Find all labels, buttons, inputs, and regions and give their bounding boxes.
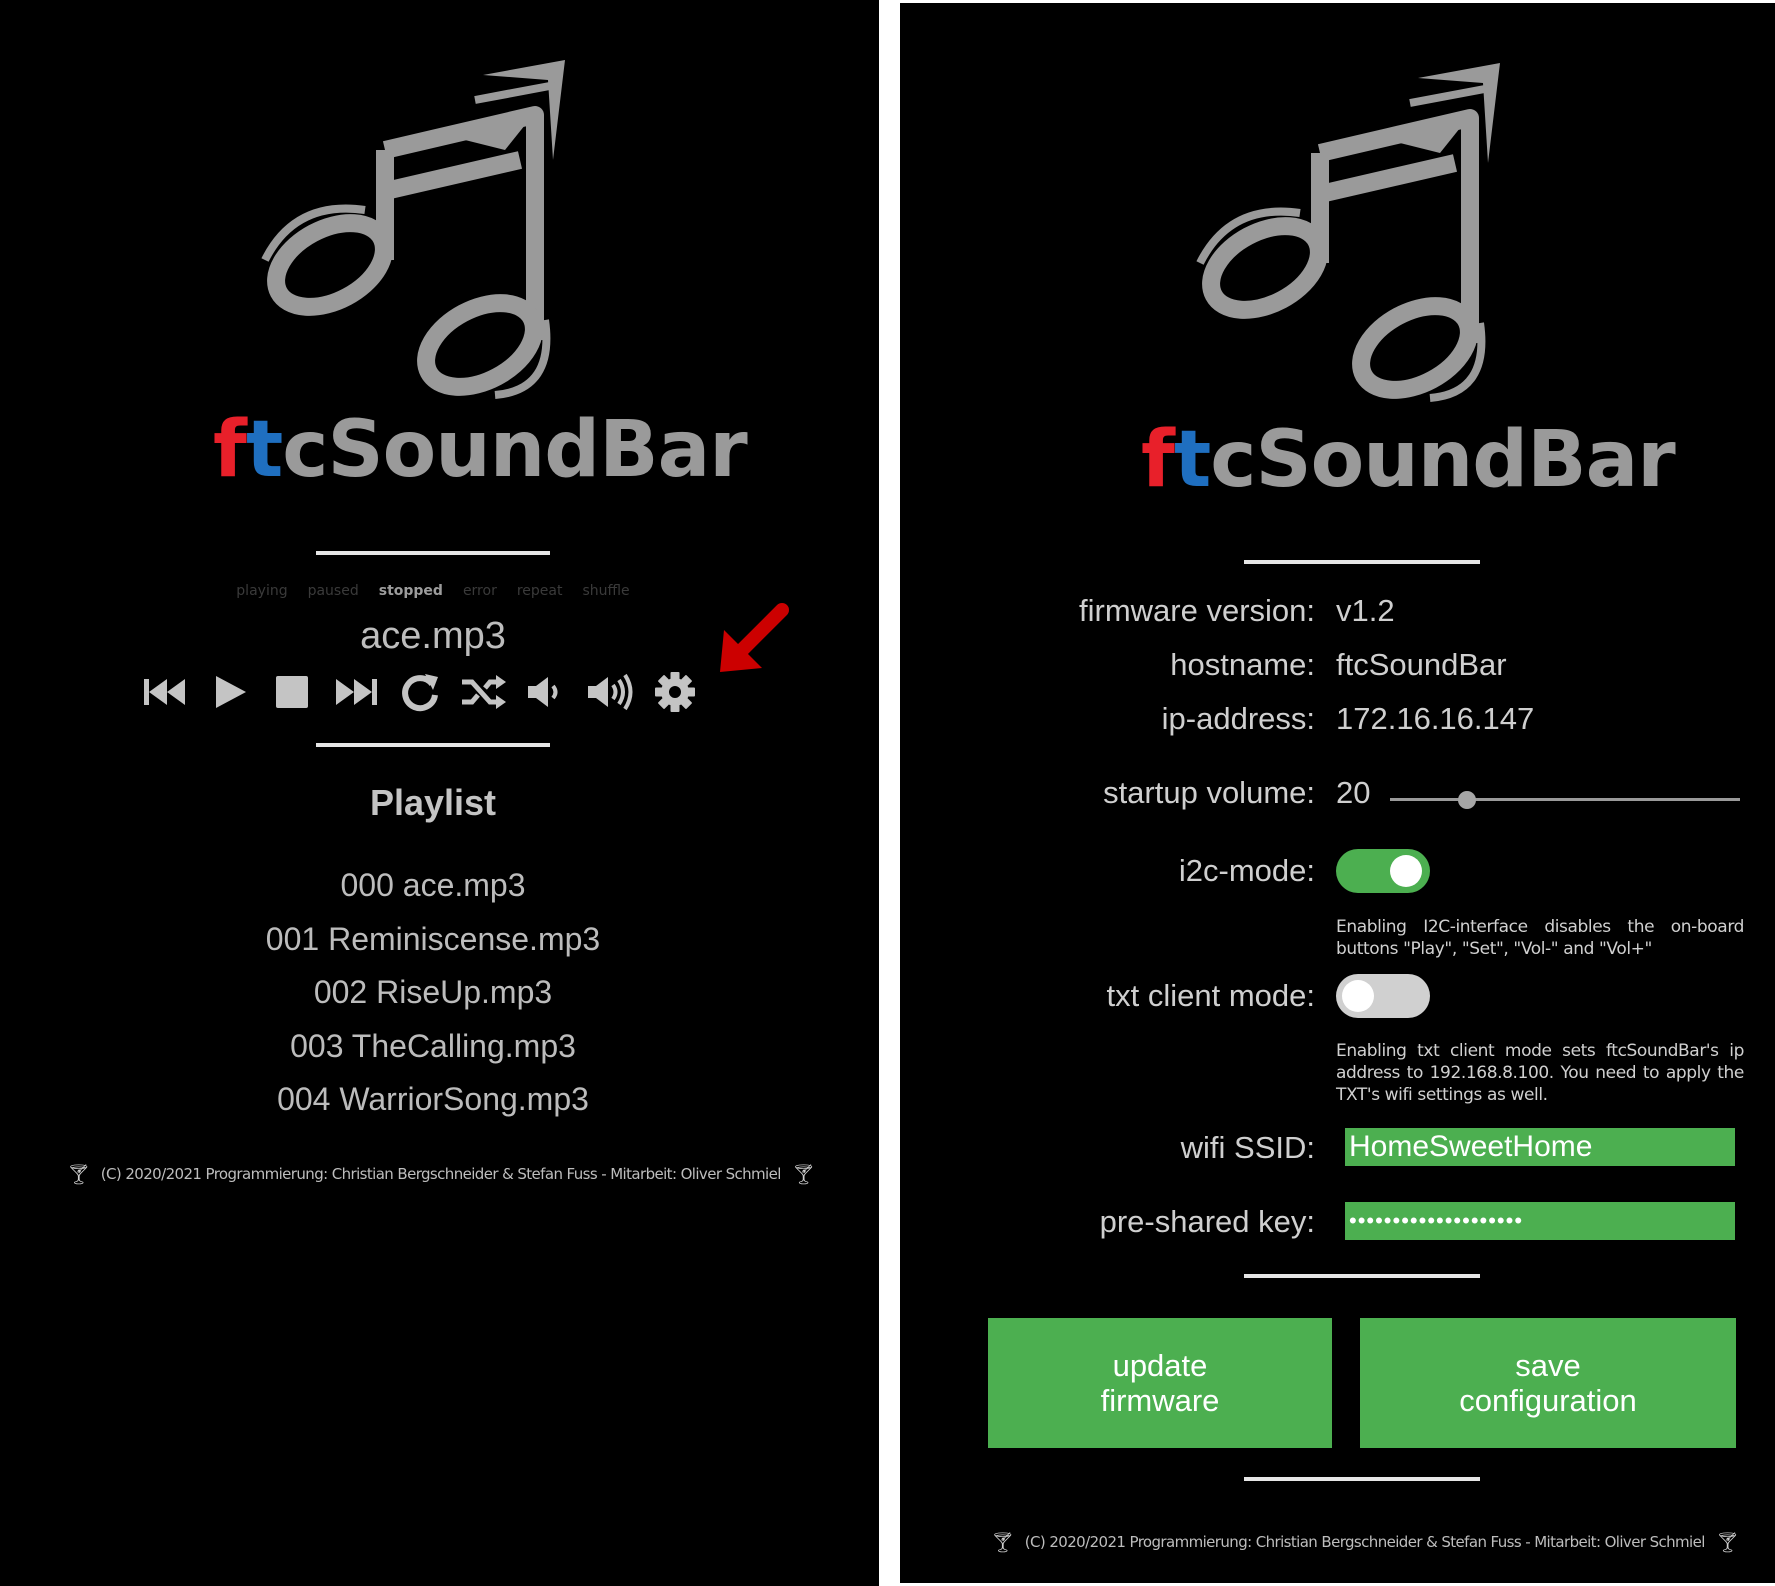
firmware-version-value: v1.2 [1336, 593, 1395, 628]
volume-up-icon[interactable] [584, 665, 638, 719]
save-configuration-button[interactable]: save configuration [1360, 1318, 1736, 1448]
i2c-mode-label: i2c-mode: [1178, 853, 1315, 888]
footer-text: (C) 2020/2021 Programmierung: Christian … [100, 1165, 782, 1183]
i2c-mode-hint: Enabling I2C-interface disables the on-b… [1336, 917, 1744, 959]
status-paused: paused [307, 583, 359, 599]
toggle-knob [1390, 855, 1422, 887]
stop-icon[interactable] [265, 665, 319, 719]
playlist: 000 ace.mp3 001 Reminiscense.mp3 002 Ris… [0, 865, 866, 1133]
divider [1244, 1274, 1480, 1278]
hostname-label: hostname: [1170, 647, 1315, 682]
volume-down-icon[interactable] [520, 665, 574, 719]
status-indicators: playing paused stopped error repeat shuffle [0, 583, 866, 599]
playlist-item[interactable]: 000 ace.mp3 [0, 865, 866, 919]
toggle-knob [1342, 980, 1374, 1012]
pre-shared-key-label: pre-shared key: [1099, 1204, 1315, 1239]
txt-client-mode-hint: Enabling txt client mode sets ftcSoundBa… [1336, 1041, 1744, 1105]
footer: 🍸︎ (C) 2020/2021 Programmierung: Christi… [990, 1530, 1740, 1554]
pre-shared-key-field[interactable] [1345, 1202, 1735, 1240]
status-repeat: repeat [516, 583, 563, 599]
playlist-item[interactable]: 002 RiseUp.mp3 [0, 972, 866, 1026]
txt-client-mode-toggle[interactable] [1336, 974, 1430, 1018]
ip-address-label: ip-address: [1161, 701, 1315, 736]
playlist-item[interactable]: 003 TheCalling.mp3 [0, 1026, 866, 1080]
cocktail-glass-icon: 🍸︎ [66, 1162, 91, 1186]
status-shuffle: shuffle [582, 583, 630, 599]
playlist-title: Playlist [369, 782, 497, 823]
wifi-ssid-field[interactable] [1345, 1128, 1735, 1166]
settings-panel: ftcSoundBar firmware version: v1.2 hostn… [900, 3, 1775, 1583]
status-playing: playing [236, 583, 288, 599]
slider-rail [1390, 798, 1740, 801]
update-firmware-button[interactable]: update firmware [988, 1318, 1332, 1448]
skip-forward-icon[interactable] [329, 665, 383, 719]
startup-volume-value: 20 [1336, 775, 1371, 810]
player-panel: ftcSoundBar playing paused stopped error rep… [0, 0, 879, 1586]
status-error: error [462, 583, 497, 599]
repeat-icon[interactable] [393, 665, 447, 719]
brand-logo: ftcSoundBar [1141, 415, 1676, 505]
slider-handle[interactable] [1458, 791, 1476, 809]
divider [316, 743, 550, 747]
brand-logo: ftcSoundBar [213, 405, 748, 495]
divider [316, 551, 550, 555]
settings-icon[interactable] [648, 665, 702, 719]
i2c-mode-toggle[interactable] [1336, 849, 1430, 893]
cocktail-glass-icon: 🍸︎ [1714, 1530, 1740, 1554]
playlist-item[interactable]: 004 WarriorSong.mp3 [0, 1079, 866, 1133]
skip-back-icon[interactable] [138, 665, 192, 719]
cocktail-glass-icon: 🍸︎ [990, 1530, 1015, 1554]
playlist-item[interactable]: 001 Reminiscense.mp3 [0, 919, 866, 973]
red-arrow-icon [720, 603, 789, 672]
startup-volume-label: startup volume: [1103, 775, 1315, 810]
divider [1244, 560, 1480, 564]
firmware-version-label: firmware version: [1079, 593, 1315, 628]
divider [1244, 1477, 1480, 1481]
footer: 🍸︎ (C) 2020/2021 Programmierung: Christi… [66, 1162, 816, 1186]
status-stopped: stopped [378, 583, 443, 599]
ip-address-value: 172.16.16.147 [1336, 701, 1535, 736]
footer-text: (C) 2020/2021 Programmierung: Christian … [1024, 1533, 1706, 1551]
shuffle-icon[interactable] [456, 665, 510, 719]
music-note-logo-icon [1196, 63, 1500, 402]
wifi-ssid-label: wifi SSID: [1180, 1130, 1315, 1165]
hostname-value: ftcSoundBar [1336, 647, 1507, 682]
txt-client-mode-label: txt client mode: [1106, 978, 1315, 1013]
startup-volume-slider[interactable] [1390, 790, 1740, 810]
music-note-logo-icon [261, 60, 565, 399]
play-icon[interactable] [202, 665, 256, 719]
cocktail-glass-icon: 🍸︎ [790, 1162, 816, 1186]
